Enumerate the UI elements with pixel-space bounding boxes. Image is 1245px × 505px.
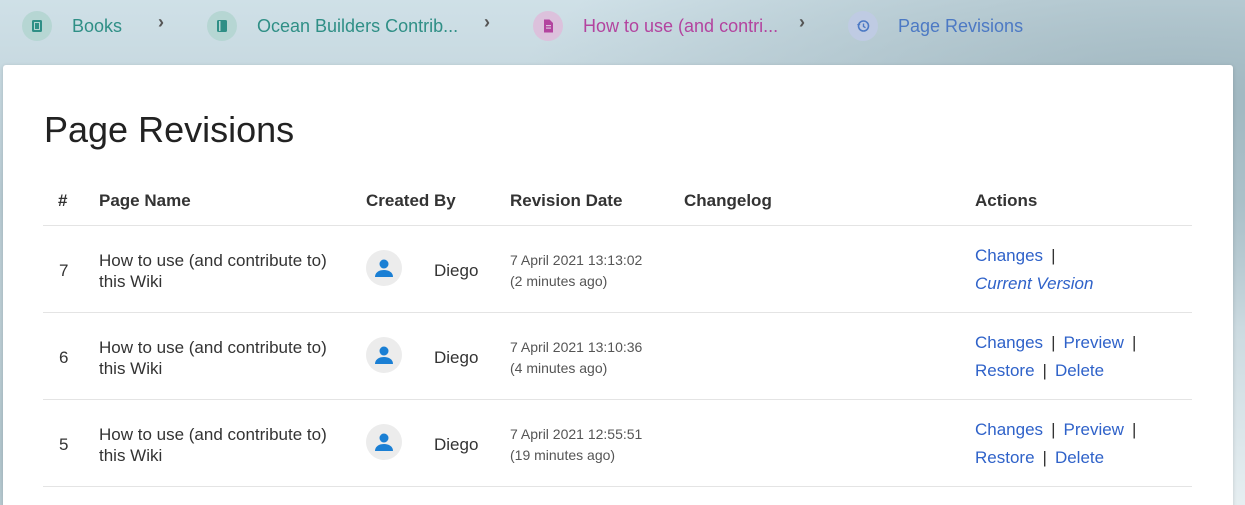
column-header-created-by: Created By — [366, 191, 456, 210]
divider — [43, 486, 1192, 487]
column-header-actions: Actions — [975, 191, 1038, 210]
page-name: How to use (and contribute to) this Wiki — [99, 425, 327, 465]
revisions-card: Page Revisions # Page Name Created By Re… — [3, 65, 1233, 505]
avatar — [366, 337, 402, 373]
separator: | — [1051, 333, 1056, 352]
row-actions: Changes | Preview | Restore | Delete — [975, 329, 1144, 385]
column-header-changelog: Changelog — [684, 191, 772, 210]
revision-date-value: 7 April 2021 13:13:02 — [510, 252, 643, 268]
changes-link[interactable]: Changes — [975, 333, 1043, 352]
breadcrumb-label: Books — [72, 15, 123, 36]
chevron-right-icon: › — [799, 12, 805, 32]
delete-link[interactable]: Delete — [1055, 448, 1104, 467]
created-by-user[interactable]: Diego — [434, 435, 478, 455]
delete-link[interactable]: Delete — [1055, 361, 1104, 380]
changes-link[interactable]: Changes — [975, 420, 1043, 439]
page-name: How to use (and contribute to) this Wiki — [99, 338, 327, 378]
row-actions: Changes | Current Version — [975, 242, 1093, 298]
restore-link[interactable]: Restore — [975, 361, 1035, 380]
separator: | — [1131, 333, 1137, 352]
chevron-right-icon: › — [158, 12, 164, 32]
avatar — [366, 250, 402, 286]
avatar — [366, 424, 402, 460]
history-icon — [848, 11, 878, 41]
revision-date-relative: (4 minutes ago) — [510, 360, 608, 376]
preview-link[interactable]: Preview — [1063, 333, 1123, 352]
column-header-number: # — [58, 191, 68, 210]
breadcrumb-label: How to use (and contri... — [583, 15, 779, 36]
separator: | — [1042, 361, 1047, 380]
breadcrumb-book[interactable]: Ocean Builders Contrib... — [207, 10, 458, 42]
revision-date-relative: (2 minutes ago) — [510, 273, 608, 289]
page-icon — [533, 11, 563, 41]
table-row: 7 How to use (and contribute to) this Wi… — [3, 226, 1233, 313]
book-icon — [207, 11, 237, 41]
column-header-revision-date: Revision Date — [510, 191, 623, 210]
separator: | — [1051, 246, 1056, 265]
revision-date: 7 April 2021 13:10:36 (4 minutes ago) — [510, 337, 642, 379]
separator: | — [1042, 448, 1047, 467]
preview-link[interactable]: Preview — [1063, 420, 1123, 439]
created-by-user[interactable]: Diego — [434, 348, 478, 368]
revision-date: 7 April 2021 13:13:02 (2 minutes ago) — [510, 250, 642, 292]
breadcrumb-books[interactable]: Books — [22, 10, 122, 42]
user-icon — [375, 259, 393, 277]
breadcrumb-label: Ocean Builders Contrib... — [257, 15, 459, 36]
chevron-right-icon: › — [484, 12, 490, 32]
revision-number: 6 — [59, 348, 69, 367]
breadcrumb-revisions[interactable]: Page Revisions — [848, 10, 1023, 42]
current-version-link[interactable]: Current Version — [975, 274, 1093, 293]
changes-link[interactable]: Changes — [975, 246, 1043, 265]
revision-date-value: 7 April 2021 13:10:36 — [510, 339, 643, 355]
breadcrumb-label: Page Revisions — [898, 15, 1024, 36]
user-icon — [375, 346, 393, 364]
page-title: Page Revisions — [44, 109, 295, 150]
breadcrumb: Books › Ocean Builders Contrib... › How … — [0, 0, 1245, 58]
row-actions: Changes | Preview | Restore | Delete — [975, 416, 1144, 472]
created-by-user[interactable]: Diego — [434, 261, 478, 281]
separator: | — [1051, 420, 1056, 439]
table-row: 5 How to use (and contribute to) this Wi… — [3, 400, 1233, 487]
restore-link[interactable]: Restore — [975, 448, 1035, 467]
user-icon — [375, 433, 393, 451]
revision-date-relative: (19 minutes ago) — [510, 447, 616, 463]
book-shelf-icon — [22, 11, 52, 41]
revision-date-value: 7 April 2021 12:55:51 — [510, 426, 643, 442]
page-name: How to use (and contribute to) this Wiki — [99, 251, 327, 291]
breadcrumb-page[interactable]: How to use (and contri... — [533, 10, 778, 42]
revision-number: 5 — [59, 435, 69, 454]
separator: | — [1131, 420, 1137, 439]
column-header-page-name: Page Name — [99, 191, 191, 210]
revision-date: 7 April 2021 12:55:51 (19 minutes ago) — [510, 424, 642, 466]
table-row: 6 How to use (and contribute to) this Wi… — [3, 313, 1233, 400]
revision-number: 7 — [59, 261, 69, 280]
